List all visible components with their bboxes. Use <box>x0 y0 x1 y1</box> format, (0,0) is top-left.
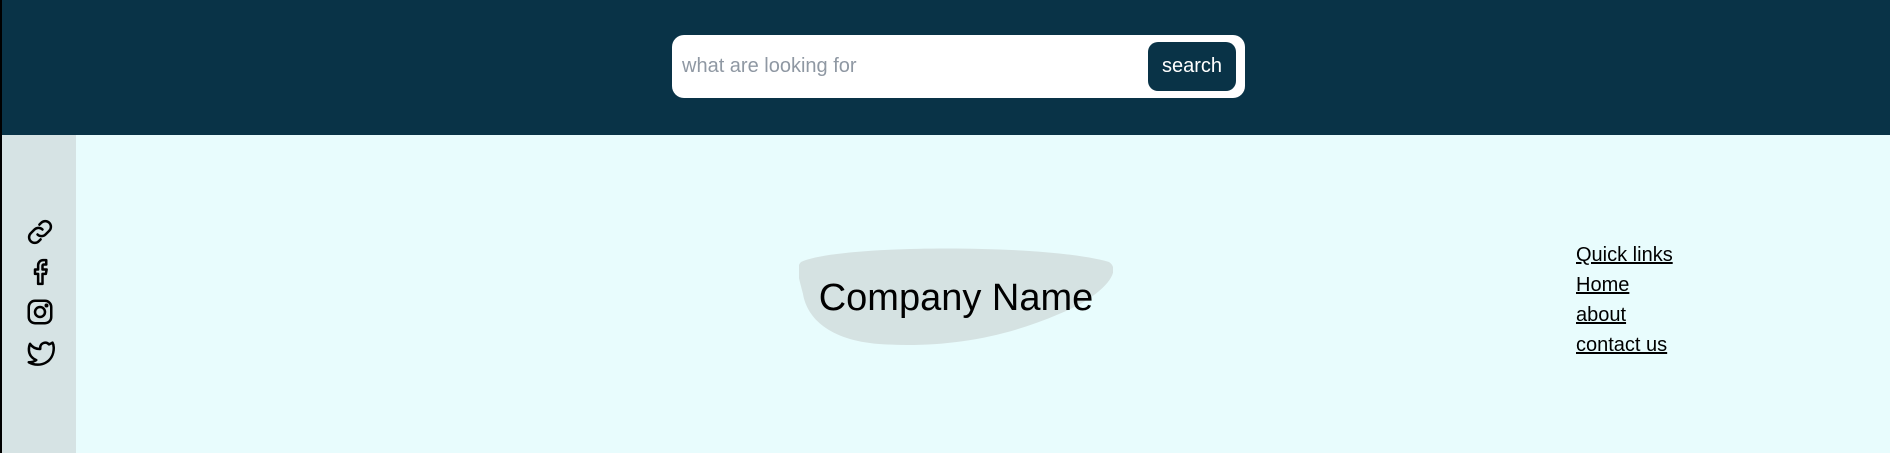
top-header: search <box>0 0 1890 135</box>
quick-link-home[interactable]: Home <box>1576 270 1673 300</box>
quick-link-about[interactable]: about <box>1576 300 1673 330</box>
twitter-icon[interactable] <box>25 337 55 367</box>
company-name: Company Name <box>818 276 1094 319</box>
quick-links-nav: Quick links Home about contact us <box>1576 240 1673 360</box>
company-logo: Company Name <box>799 248 1113 346</box>
link-icon[interactable] <box>25 217 55 247</box>
social-sidebar <box>0 135 76 453</box>
search-input[interactable] <box>678 43 1156 89</box>
search-bar: search <box>672 35 1245 98</box>
quick-links-heading[interactable]: Quick links <box>1576 240 1673 270</box>
instagram-icon[interactable] <box>25 297 55 327</box>
facebook-icon[interactable] <box>25 257 55 287</box>
quick-link-contact-us[interactable]: contact us <box>1576 330 1673 360</box>
search-button[interactable]: search <box>1148 42 1236 91</box>
